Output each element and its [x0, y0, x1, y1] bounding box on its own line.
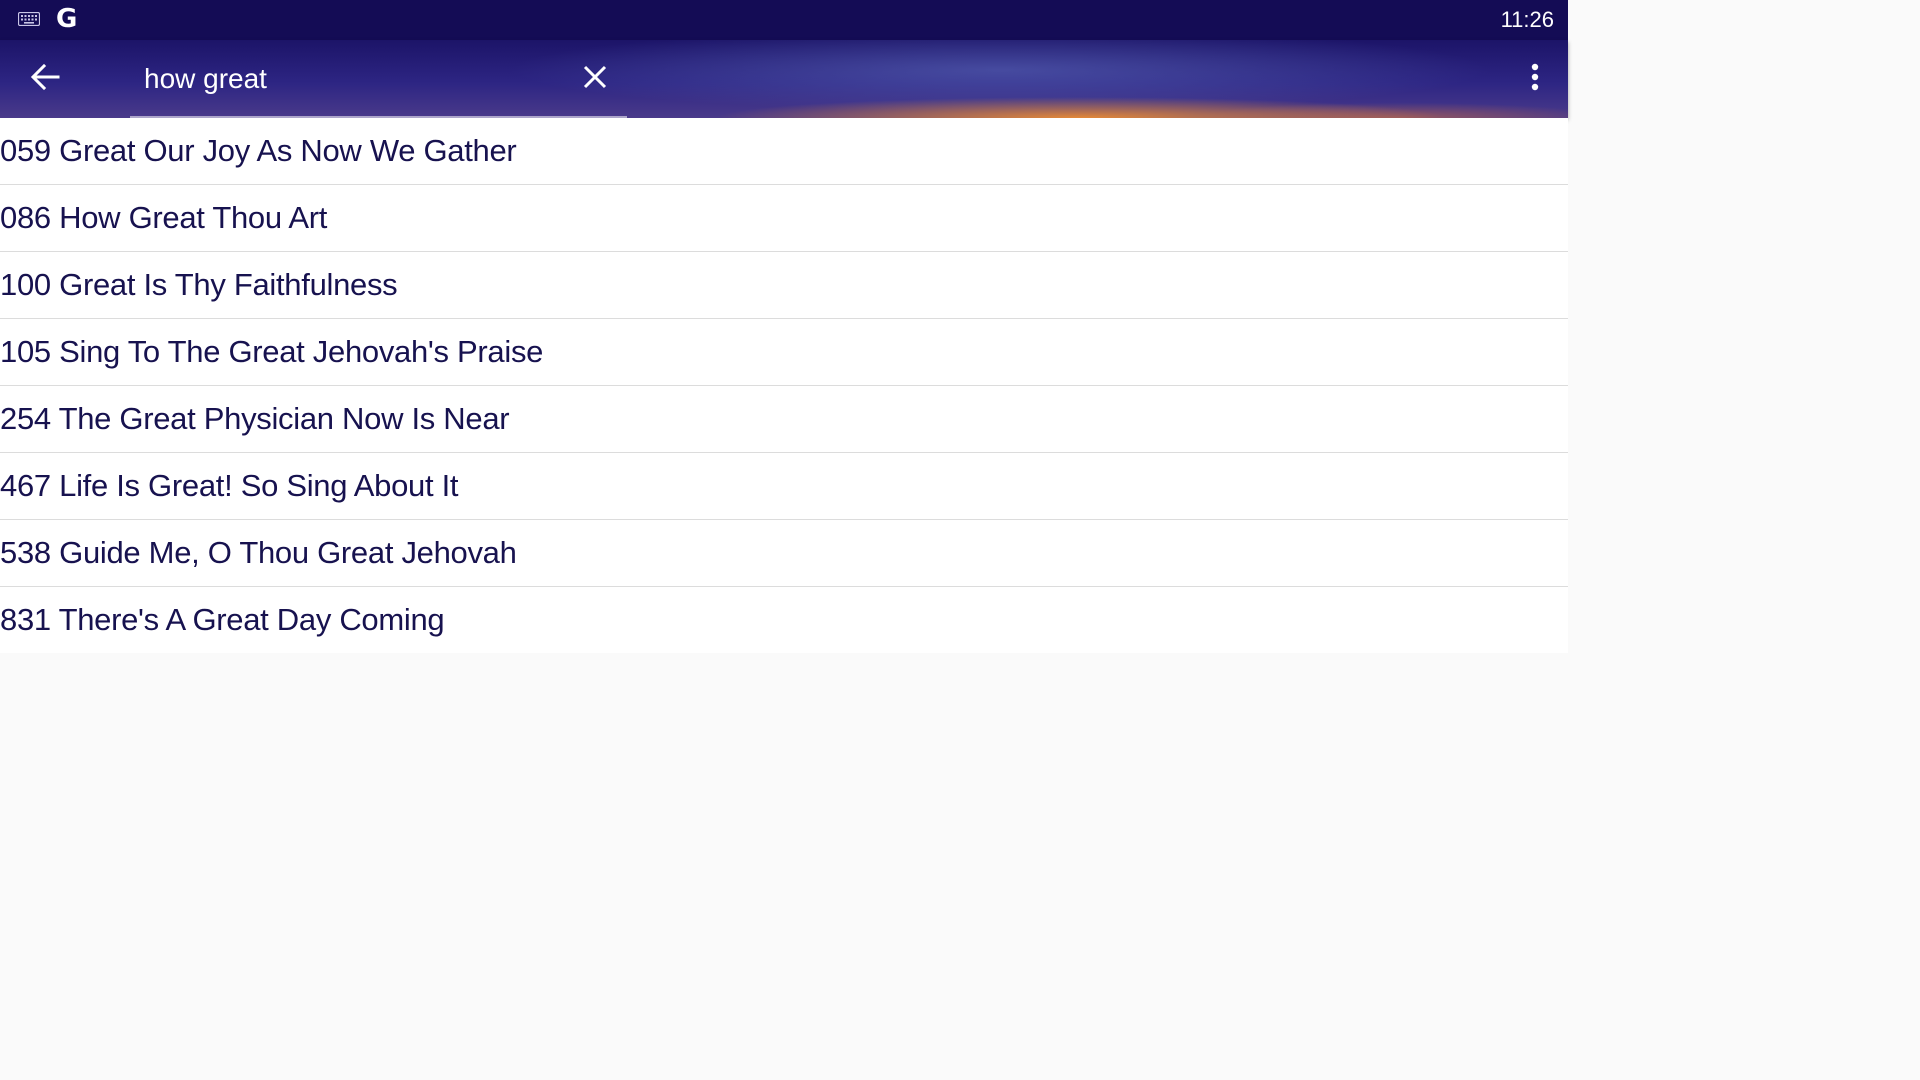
hymn-title: 100 Great Is Thy Faithfulness: [0, 267, 398, 302]
back-button[interactable]: [22, 60, 68, 98]
hymn-title: 059 Great Our Joy As Now We Gather: [0, 133, 517, 168]
list-item[interactable]: 254 The Great Physician Now Is Near: [0, 386, 1568, 453]
list-item[interactable]: 100 Great Is Thy Faithfulness: [0, 252, 1568, 319]
search-field: [130, 40, 627, 118]
list-item[interactable]: 086 How Great Thou Art: [0, 185, 1568, 252]
clear-search-button[interactable]: [576, 60, 614, 98]
hymn-title: 831 There's A Great Day Coming: [0, 602, 445, 637]
overflow-menu-button[interactable]: [1520, 60, 1550, 98]
hymn-title: 086 How Great Thou Art: [0, 200, 328, 235]
more-vert-icon: [1531, 63, 1539, 96]
list-item[interactable]: 467 Life Is Great! So Sing About It: [0, 453, 1568, 520]
search-results-list: 059 Great Our Joy As Now We Gather 086 H…: [0, 118, 1568, 653]
hymn-title: 254 The Great Physician Now Is Near: [0, 401, 510, 436]
google-g-icon: G: [56, 4, 78, 34]
hymn-title: 538 Guide Me, O Thou Great Jehovah: [0, 535, 517, 570]
search-app-bar: [0, 40, 1568, 118]
list-item[interactable]: 059 Great Our Joy As Now We Gather: [0, 118, 1568, 185]
hymn-title: 105 Sing To The Great Jehovah's Praise: [0, 334, 544, 369]
list-item[interactable]: 105 Sing To The Great Jehovah's Praise: [0, 319, 1568, 386]
status-time: 11:26: [1500, 7, 1554, 32]
keyboard-icon: [17, 11, 41, 27]
arrow-back-icon: [30, 63, 60, 95]
search-input[interactable]: [144, 60, 564, 98]
status-bar: G 11:26: [0, 0, 1568, 40]
close-icon: [583, 65, 607, 94]
list-item[interactable]: 831 There's A Great Day Coming: [0, 587, 1568, 653]
list-item[interactable]: 538 Guide Me, O Thou Great Jehovah: [0, 520, 1568, 587]
hymn-title: 467 Life Is Great! So Sing About It: [0, 468, 459, 503]
